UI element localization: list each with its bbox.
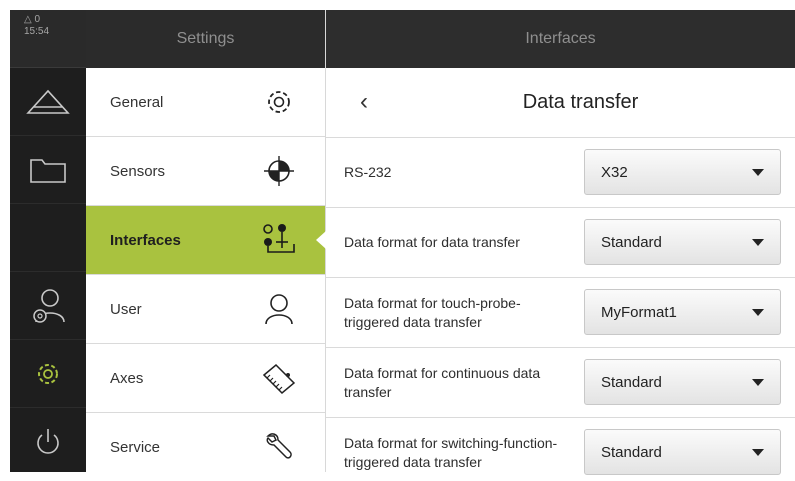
setting-label: Data format for data transfer: [344, 234, 520, 250]
touch-probe-format-dropdown[interactable]: MyFormat1: [584, 289, 781, 335]
selection-pointer: [316, 231, 326, 249]
settings-header: Settings: [86, 10, 325, 68]
rail-item-settings[interactable]: [10, 340, 86, 408]
measure-icon: [26, 89, 70, 114]
rail-item-empty: [10, 204, 86, 272]
menu-item-label: General: [110, 93, 164, 111]
settings-item-service[interactable]: Service: [86, 413, 325, 481]
menu-item-label: Axes: [110, 369, 144, 387]
gear-icon: [38, 363, 58, 384]
chevron-down-icon: [752, 169, 764, 176]
chevron-down-icon: [752, 449, 764, 456]
scale-icon: [259, 361, 299, 395]
interfaces-icon: [259, 222, 299, 258]
panel-header: Interfaces: [326, 10, 795, 68]
settings-item-interfaces[interactable]: Interfaces: [86, 206, 326, 275]
crosshair-icon: [259, 154, 299, 188]
setting-row-data-format: Data format for data transfer Standard: [326, 208, 795, 278]
settings-item-general[interactable]: General: [86, 68, 325, 137]
power-icon: [37, 429, 59, 454]
chevron-down-icon: [752, 379, 764, 386]
dropdown-value: Standard: [601, 443, 662, 461]
wrench-icon: [259, 430, 299, 464]
rail-item-user-login[interactable]: [10, 272, 86, 340]
main-menu-rail: △ 0 15:54: [10, 10, 86, 472]
interfaces-panel: Interfaces ‹ Data transfer RS-232 X32 Da…: [326, 10, 795, 475]
continuous-format-dropdown[interactable]: Standard: [584, 359, 781, 405]
setting-label: Data format for touch-probe-triggered da…: [344, 294, 521, 330]
gear-icon: [259, 86, 299, 118]
back-button[interactable]: ‹: [360, 88, 368, 116]
panel-titlebar: ‹ Data transfer: [326, 68, 795, 138]
chevron-down-icon: [752, 309, 764, 316]
menu-item-label: Service: [110, 438, 161, 456]
setting-label: Data format for switching-function-trigg…: [344, 435, 558, 470]
data-format-dropdown[interactable]: Standard: [584, 219, 781, 265]
clock: 15:54: [24, 26, 50, 37]
setting-row-rs232: RS-232 X32: [326, 138, 795, 208]
dropdown-value: MyFormat1: [601, 303, 677, 321]
settings-item-sensors[interactable]: Sensors: [86, 137, 325, 206]
setting-row-continuous-format: Data format for continuous data transfer…: [326, 348, 795, 418]
setting-label: RS-232: [344, 164, 392, 180]
setting-row-touch-probe-format: Data format for touch-probe-triggered da…: [326, 278, 795, 348]
user-icon: [259, 292, 299, 326]
menu-item-label: Interfaces: [110, 231, 181, 249]
warning-count: 0: [34, 14, 41, 25]
status-area: △ 0 15:54: [10, 10, 86, 68]
user-settings-icon: [33, 288, 65, 323]
switching-format-dropdown[interactable]: Standard: [584, 429, 781, 475]
settings-item-user[interactable]: User: [86, 275, 325, 344]
dropdown-value: Standard: [601, 233, 662, 251]
folder-icon: [30, 158, 66, 183]
menu-item-label: Sensors: [110, 162, 166, 180]
settings-item-axes[interactable]: Axes: [86, 344, 325, 413]
setting-row-switching-format: Data format for switching-function-trigg…: [326, 418, 795, 481]
rail-item-files[interactable]: [10, 136, 86, 204]
dropdown-value: Standard: [601, 373, 662, 391]
settings-menu: Settings General Sensors Interfaces User…: [86, 10, 326, 472]
rail-item-measure[interactable]: [10, 68, 86, 136]
page-title: Data transfer: [522, 91, 639, 113]
chevron-down-icon: [752, 239, 764, 246]
warning-icon: △: [24, 14, 32, 25]
rail-item-power[interactable]: [10, 408, 86, 476]
rs232-dropdown[interactable]: X32: [584, 149, 781, 195]
dropdown-value: X32: [601, 163, 628, 181]
setting-label: Data format for continuous data transfer: [344, 364, 541, 400]
menu-item-label: User: [110, 300, 142, 318]
